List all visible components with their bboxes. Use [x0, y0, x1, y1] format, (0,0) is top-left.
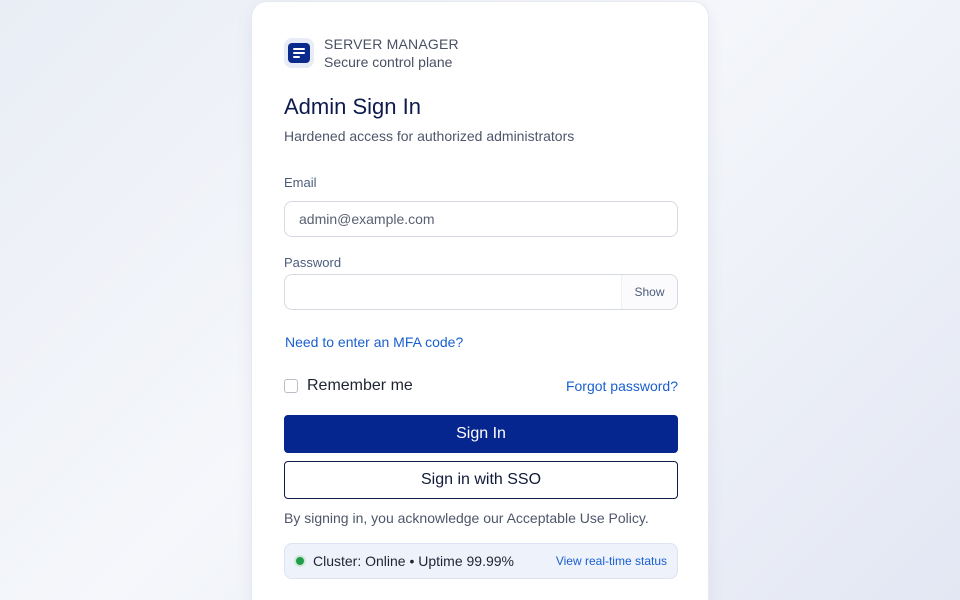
- brand-header: SERVER MANAGER Secure control plane: [284, 36, 678, 70]
- remember-me-checkbox[interactable]: [284, 379, 298, 393]
- email-label: Email: [284, 175, 317, 190]
- password-label: Password: [284, 255, 342, 270]
- password-field-wrapper: Show: [284, 274, 678, 310]
- sign-in-button[interactable]: Sign In: [284, 415, 678, 453]
- cluster-status-text: Cluster: Online • Uptime 99.99%: [313, 553, 514, 569]
- show-password-button[interactable]: Show: [621, 275, 677, 309]
- policy-notice: By signing in, you acknowledge our Accep…: [284, 510, 649, 526]
- sso-sign-in-button[interactable]: Sign in with SSO: [284, 461, 678, 499]
- email-field-wrapper: [284, 201, 678, 237]
- remember-row: Remember me Forgot password?: [284, 376, 678, 396]
- email-field[interactable]: [297, 210, 665, 228]
- status-indicator-icon: [294, 555, 306, 567]
- signin-card: SERVER MANAGER Secure control plane Admi…: [251, 1, 709, 600]
- forgot-password-link[interactable]: Forgot password?: [566, 378, 678, 394]
- cluster-status-bar: Cluster: Online • Uptime 99.99% View rea…: [284, 543, 678, 579]
- remember-me-label[interactable]: Remember me: [307, 377, 413, 395]
- page-title: Admin Sign In: [284, 94, 421, 119]
- view-status-link[interactable]: View real-time status: [556, 554, 667, 568]
- brand-tagline: Secure control plane: [324, 54, 453, 70]
- brand-name: SERVER MANAGER: [324, 36, 459, 52]
- password-field[interactable]: [285, 275, 621, 309]
- remember-me-control[interactable]: Remember me: [284, 377, 413, 395]
- document-lines-icon: [284, 38, 314, 68]
- page-subtitle: Hardened access for authorized administr…: [284, 128, 575, 144]
- mfa-code-link[interactable]: Need to enter an MFA code?: [285, 333, 463, 351]
